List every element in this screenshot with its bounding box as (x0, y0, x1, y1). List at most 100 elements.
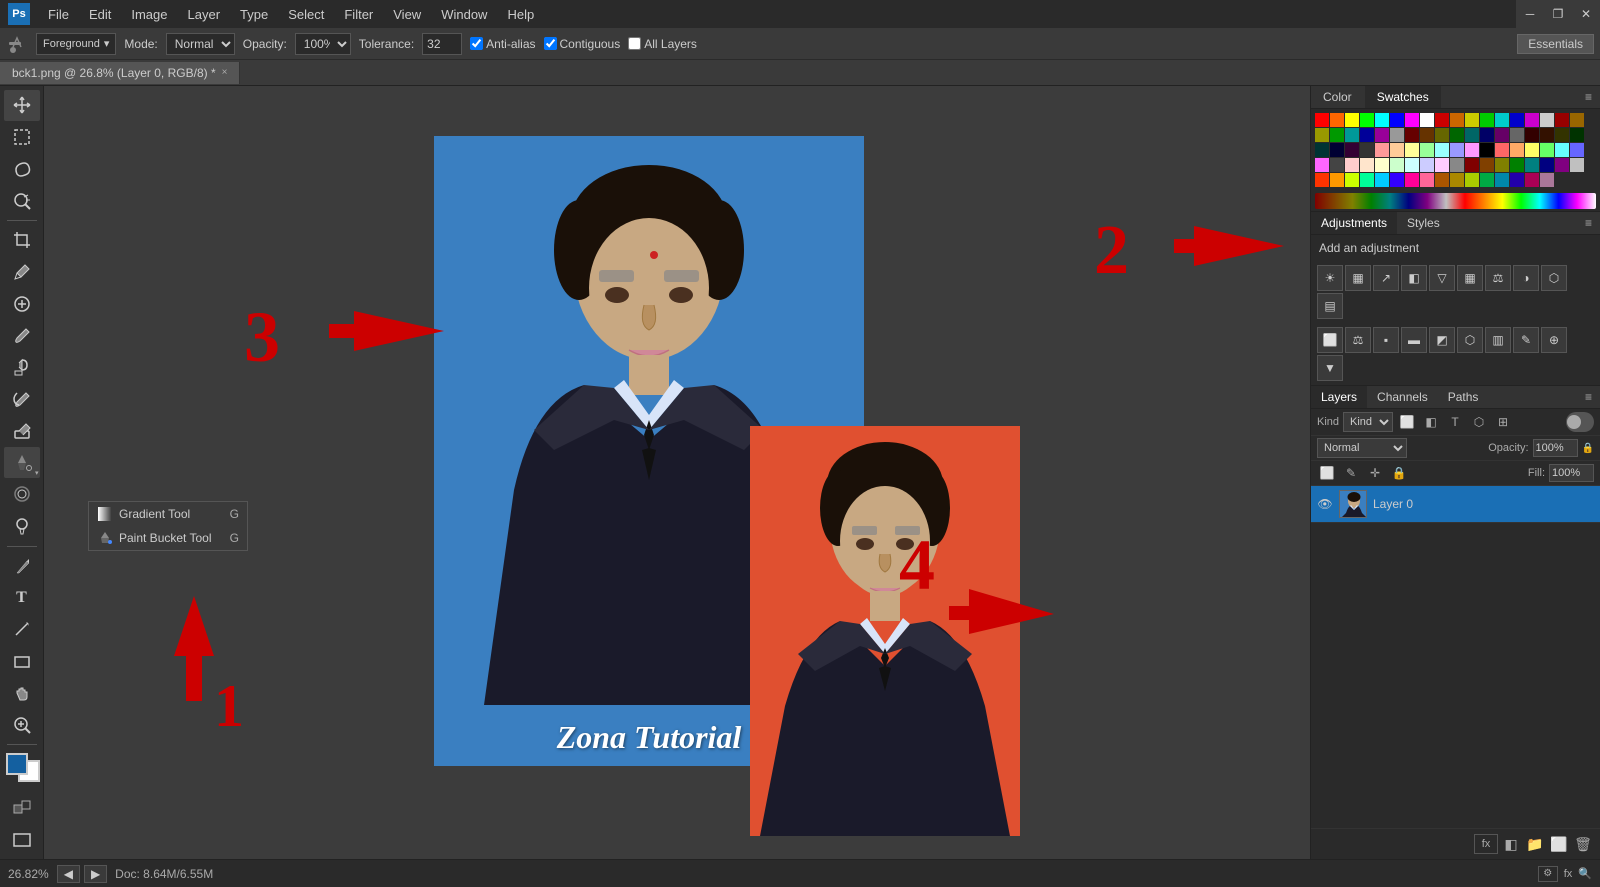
menu-help[interactable]: Help (499, 5, 542, 24)
layer-fx-button[interactable]: fx (1474, 834, 1498, 854)
swatch-item[interactable] (1555, 113, 1569, 127)
color-lookup-adj[interactable]: ⬡ (1457, 327, 1483, 353)
swatch-item[interactable] (1525, 128, 1539, 142)
swatch-item[interactable] (1495, 158, 1509, 172)
eraser-tool[interactable] (4, 416, 40, 447)
channel-mixer-adj[interactable]: ▤ (1317, 293, 1343, 319)
dodge-tool[interactable] (4, 511, 40, 542)
swatch-item[interactable] (1540, 158, 1554, 172)
swatch-item[interactable] (1360, 113, 1374, 127)
filter-type-icon[interactable]: T (1445, 412, 1465, 432)
adj-icon-8[interactable]: ✎ (1513, 327, 1539, 353)
swatch-item[interactable] (1390, 113, 1404, 127)
heal-brush-tool[interactable] (4, 288, 40, 319)
swatch-item[interactable] (1495, 173, 1509, 187)
bw-adj[interactable]: ◑ (1513, 265, 1539, 291)
foreground-color-swatch[interactable] (6, 753, 28, 775)
photo-filter-adj[interactable]: ⬡ (1541, 265, 1567, 291)
filter-toggle[interactable] (1566, 412, 1594, 432)
swatch-item[interactable] (1345, 128, 1359, 142)
menu-layer[interactable]: Layer (180, 5, 229, 24)
adj-panel-options[interactable]: ≡ (1577, 212, 1600, 234)
filter-shape-icon[interactable]: ⬡ (1469, 412, 1489, 432)
swatch-item[interactable] (1315, 158, 1329, 172)
mode-select[interactable]: Normal (166, 33, 235, 55)
swatch-item[interactable] (1360, 158, 1374, 172)
gradient-map-adj[interactable]: ▬ (1401, 327, 1427, 353)
layers-panel-options[interactable]: ≡ (1577, 386, 1600, 408)
fg-bg-colors[interactable] (4, 753, 40, 784)
swatch-item[interactable] (1540, 143, 1554, 157)
swatch-item[interactable] (1450, 173, 1464, 187)
swatch-item[interactable] (1345, 143, 1359, 157)
swatch-item[interactable] (1510, 173, 1524, 187)
quick-mask-button[interactable] (4, 793, 40, 824)
eyedropper-tool[interactable] (4, 257, 40, 288)
swatch-item[interactable] (1405, 143, 1419, 157)
swatch-item[interactable] (1495, 143, 1509, 157)
kind-select[interactable]: Kind (1343, 412, 1393, 432)
threshold-adj[interactable]: ▪ (1373, 327, 1399, 353)
zoom-tool[interactable] (4, 709, 40, 740)
all-layers-check[interactable]: All Layers (628, 37, 697, 51)
lock-image-icon[interactable]: ✎ (1341, 463, 1361, 483)
menu-view[interactable]: View (385, 5, 429, 24)
swatch-item[interactable] (1435, 173, 1449, 187)
swatch-item[interactable] (1525, 173, 1539, 187)
posterize-adj[interactable]: ⚖ (1345, 327, 1371, 353)
fill-input[interactable] (1549, 464, 1594, 482)
swatch-item[interactable] (1360, 128, 1374, 142)
swatch-item[interactable] (1390, 158, 1404, 172)
canvas-area[interactable]: Zona Tutorial (44, 86, 1310, 859)
color-gradient-bar[interactable] (1315, 193, 1596, 209)
swatch-item[interactable] (1495, 113, 1509, 127)
swatch-item[interactable] (1555, 128, 1569, 142)
minimize-button[interactable]: ─ (1516, 0, 1544, 28)
swatch-item[interactable] (1465, 143, 1479, 157)
swatch-item[interactable] (1555, 143, 1569, 157)
swatch-item[interactable] (1525, 143, 1539, 157)
hue-saturation-adj[interactable]: ▦ (1457, 265, 1483, 291)
exposure-adj[interactable]: ◧ (1401, 265, 1427, 291)
create-group-button[interactable]: 📁 (1524, 833, 1546, 855)
swatch-item[interactable] (1330, 173, 1344, 187)
menu-image[interactable]: Image (123, 5, 175, 24)
color-balance-adj[interactable]: ⚖ (1485, 265, 1511, 291)
curves-adj[interactable]: ↗ (1373, 265, 1399, 291)
status-icon-3[interactable]: 🔍 (1578, 867, 1592, 880)
opacity-input[interactable] (1533, 439, 1578, 457)
lock-transparent-icon[interactable]: ⬜ (1317, 463, 1337, 483)
create-layer-button[interactable]: ⬜ (1548, 833, 1570, 855)
path-selection-tool[interactable] (4, 614, 40, 645)
swatch-item[interactable] (1540, 173, 1554, 187)
shape-tool[interactable] (4, 646, 40, 677)
delete-layer-button[interactable]: 🗑 (1572, 833, 1594, 855)
swatch-item[interactable] (1360, 143, 1374, 157)
adj-icon-7[interactable]: ▥ (1485, 327, 1511, 353)
menu-edit[interactable]: Edit (81, 5, 119, 24)
swatch-item[interactable] (1405, 158, 1419, 172)
lock-position-icon[interactable]: ✛ (1365, 463, 1385, 483)
essentials-button[interactable]: Essentials (1517, 34, 1594, 54)
swatch-item[interactable] (1390, 143, 1404, 157)
swatch-item[interactable] (1450, 113, 1464, 127)
layers-tab[interactable]: Layers (1311, 386, 1367, 408)
menu-file[interactable]: File (40, 5, 77, 24)
swatch-item[interactable] (1375, 113, 1389, 127)
swatch-item[interactable] (1435, 128, 1449, 142)
channels-tab[interactable]: Channels (1367, 386, 1438, 408)
anti-alias-check[interactable]: Anti-alias (470, 37, 535, 51)
restore-button[interactable]: ❐ (1544, 0, 1572, 28)
lock-all-icon[interactable]: 🔒 (1389, 463, 1409, 483)
swatch-item[interactable] (1555, 158, 1569, 172)
tool-context-menu[interactable]: Gradient Tool G Paint Bucket Tool G (88, 501, 248, 551)
swatch-item[interactable] (1510, 158, 1524, 172)
filter-adj-icon[interactable]: ◧ (1421, 412, 1441, 432)
swatch-item[interactable] (1375, 173, 1389, 187)
add-mask-button[interactable]: ◧ (1500, 833, 1522, 855)
swatch-item[interactable] (1465, 113, 1479, 127)
brightness-contrast-adj[interactable]: ☀ (1317, 265, 1343, 291)
swatch-item[interactable] (1420, 113, 1434, 127)
menu-type[interactable]: Type (232, 5, 276, 24)
swatch-item[interactable] (1315, 113, 1329, 127)
